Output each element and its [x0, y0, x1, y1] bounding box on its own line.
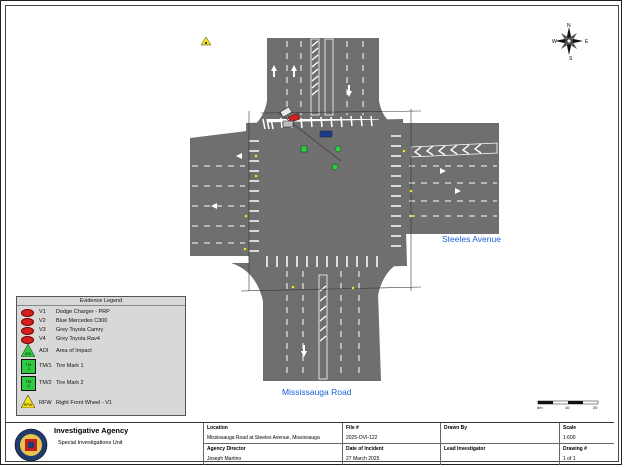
legend-desc: Tire Mark 2 [56, 380, 84, 386]
legend-item-aoi: AOI [21, 344, 35, 357]
director-label: Agency Director [207, 446, 246, 452]
agency-seal-icon [14, 428, 48, 462]
agency-unit: Special Investigations Unit [58, 440, 123, 446]
drawn-by-label: Drawn By [444, 425, 468, 431]
green-square-icon: TM -1 [21, 359, 36, 374]
compass-n-label: N [567, 23, 571, 29]
red-ellipse-icon [21, 318, 34, 326]
compass-e-label: E [585, 39, 589, 45]
scale-label-20: 20 [593, 405, 598, 410]
title-block-divider [342, 423, 343, 465]
marker-tm2 [334, 145, 342, 153]
legend-item-tm2: TM -2 [21, 376, 36, 391]
yellow-triangle-icon: RFW [21, 395, 35, 408]
file-value: 2025-OVI-122 [346, 435, 378, 441]
drawing-number-label: Drawing # [563, 446, 587, 452]
street-label-steeles: Steeles Avenue [442, 234, 501, 244]
legend-item-v1 [21, 309, 34, 317]
compass-w-label: W [552, 39, 557, 45]
title-block-divider [440, 423, 441, 465]
legend-code: V4 [39, 336, 46, 342]
red-ellipse-icon [21, 336, 34, 344]
legend-item-tm1: TM -1 [21, 359, 36, 374]
north-arrow-icon [555, 27, 583, 55]
title-block-divider [559, 423, 560, 465]
scale-value: 1:600 [563, 435, 576, 441]
scale-label-0: 0m [537, 405, 543, 410]
scale-label: Scale [563, 425, 577, 431]
legend-title: Evidence Legend [17, 297, 185, 306]
road-fillet-se [377, 263, 399, 301]
vehicle-v2 [319, 130, 333, 138]
road-north-approach [267, 38, 379, 119]
legend-desc: Area of Impact [56, 348, 92, 354]
green-square-icon: TM -2 [21, 376, 36, 391]
director-value: Joseph Martino [207, 456, 242, 462]
legend-item-v2 [21, 318, 34, 326]
legend-code: RFW [39, 400, 52, 406]
evidence-legend: Evidence Legend V1 Dodge Charger - PRP V… [16, 296, 186, 416]
location-value: Mississauga Road at Steeles Avenue, Miss… [207, 435, 320, 441]
title-block: Investigative Agency Special Investigati… [6, 422, 614, 465]
legend-desc: Tire Mark 1 [56, 363, 84, 369]
red-ellipse-icon [21, 309, 34, 317]
drawing-sheet: Steeles Avenue Mississauga Road N E S W … [0, 0, 622, 465]
scale-label-10: 10 [565, 405, 570, 410]
legend-desc: Dodge Charger - PRP [56, 309, 110, 315]
lead-investigator-label: Lead Investigator [444, 446, 486, 452]
road-south-approach [263, 263, 381, 381]
road-fillet-sw [231, 263, 263, 301]
svg-text:RFW: RFW [24, 403, 33, 407]
marker-tm1 [300, 145, 308, 153]
legend-item-rfw: RFW [21, 395, 35, 408]
date-value: 27 March 2025 [346, 456, 380, 462]
green-triangle-icon: AOI [21, 344, 35, 357]
legend-code: V2 [39, 318, 46, 324]
legend-desc: Grey Toyota Rav4 [56, 336, 100, 342]
location-label: Location [207, 425, 228, 431]
title-block-row-divider [203, 443, 614, 444]
street-label-mississauga: Mississauga Road [282, 387, 352, 397]
svg-text:AOI: AOI [25, 352, 31, 356]
date-label: Date of Incident [346, 446, 384, 452]
legend-code: V3 [39, 327, 46, 333]
legend-code: TM/2 [39, 380, 52, 386]
vehicle-v4 [282, 120, 294, 128]
agency-name: Investigative Agency [54, 426, 129, 435]
legend-item-v3 [21, 327, 34, 335]
file-label: File # [346, 425, 359, 431]
intersection-box [246, 119, 407, 269]
legend-code: AOI [39, 348, 49, 354]
scale-bar [537, 400, 599, 405]
legend-desc: Right Front Wheel - V1 [56, 400, 112, 406]
legend-code: TM/1 [39, 363, 52, 369]
rfw-marker [200, 36, 212, 46]
red-ellipse-icon [21, 327, 34, 335]
drawing-number-value: 1 of 1 [563, 456, 576, 462]
legend-code: V1 [39, 309, 46, 315]
marker-aoi [331, 163, 339, 171]
compass-s-label: S [569, 56, 573, 62]
title-block-divider [203, 423, 204, 465]
legend-desc: Blue Mercedes C300 [56, 318, 108, 324]
legend-desc: Grey Toyota Camry [56, 327, 104, 333]
legend-item-v4 [21, 336, 34, 344]
